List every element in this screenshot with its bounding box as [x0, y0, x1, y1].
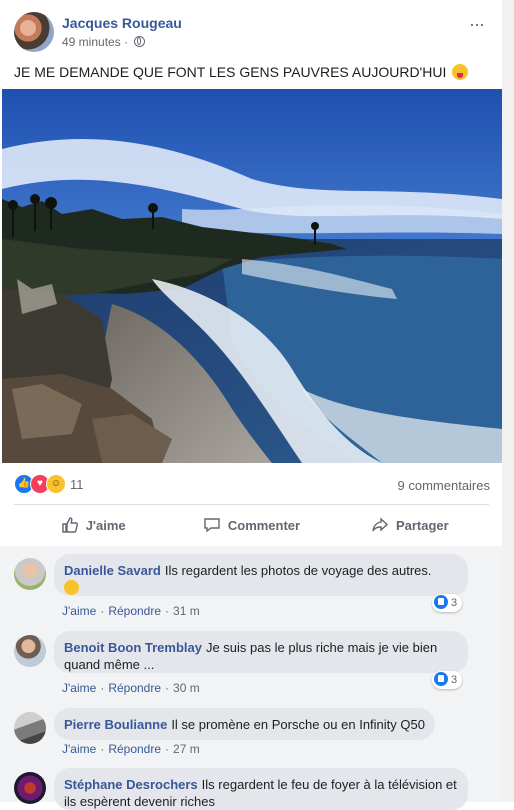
post-header: Jacques Rougeau 49 minutes · ··· [14, 12, 494, 52]
share-icon [372, 517, 388, 532]
share-label: Partager [395, 517, 449, 533]
comment-reply-link[interactable]: Répondre [108, 742, 161, 756]
comment-like-link[interactable]: J'aime [62, 681, 96, 695]
comment-reply-link[interactable]: Répondre [108, 681, 161, 695]
commenter-name[interactable]: Pierre Boulianne [64, 717, 167, 732]
comment-time[interactable]: 27 m [173, 742, 200, 756]
commenter-avatar[interactable] [14, 635, 46, 667]
comment-like-link[interactable]: J'aime [62, 604, 96, 618]
author-avatar[interactable] [14, 12, 54, 52]
post-text: JE ME DEMANDE QUE FONT LES GENS PAUVRES … [14, 64, 469, 80]
commenter-name[interactable]: Danielle Savard [64, 563, 161, 578]
comment-bubble: Danielle Savard Ils regardent les photos … [54, 554, 468, 596]
comment-links: J'aime · Répondre · 31 m [62, 604, 200, 618]
author-name[interactable]: Jacques Rougeau [62, 15, 182, 31]
like-button[interactable]: J'aime [14, 509, 172, 541]
comment-button[interactable]: Commenter [172, 509, 330, 541]
like-reaction-icon [434, 672, 448, 686]
haha-reaction-icon: ☺ [46, 474, 66, 494]
comment-links: J'aime · Répondre · 27 m [62, 742, 200, 756]
post-meta: 49 minutes · [62, 35, 146, 49]
post-actions: J'aime Commenter Partager [14, 509, 489, 541]
comment-bubble: Pierre Boulianne Il se promène en Porsche… [54, 708, 435, 740]
divider [14, 504, 489, 505]
commenter-avatar[interactable] [14, 712, 46, 744]
reaction-count: 11 [70, 477, 84, 492]
more-options-icon[interactable]: ··· [469, 14, 485, 35]
comment-label: Commenter [227, 517, 301, 533]
like-reaction-icon [434, 595, 448, 609]
post-time[interactable]: 49 minutes [62, 35, 121, 49]
comment-reactions[interactable]: 3 [432, 671, 463, 689]
post-card: Jacques Rougeau 49 minutes · ··· JE ME D… [0, 0, 503, 810]
thumbs-up-icon [61, 517, 78, 533]
like-label: J'aime [85, 517, 126, 533]
thinking-face-icon [64, 580, 79, 595]
share-button[interactable]: Partager [331, 509, 489, 541]
beach-photo [2, 89, 502, 463]
comment-bubble: Benoit Boon Tremblay Je suis pas le plus … [54, 631, 468, 673]
post-text-content: JE ME DEMANDE QUE FONT LES GENS PAUVRES … [14, 64, 447, 80]
comment-links: J'aime · Répondre · 30 m [62, 681, 200, 695]
comment-bubble: Stéphane Desrochers Ils regardent le feu … [54, 768, 468, 810]
tongue-out-emoji [452, 64, 469, 80]
comments-count-link[interactable]: 9 commentaires [398, 478, 490, 493]
post-photo[interactable] [2, 89, 502, 463]
globe-icon[interactable] [134, 36, 146, 47]
comment-time[interactable]: 31 m [173, 604, 200, 618]
commenter-name[interactable]: Benoit Boon Tremblay [64, 640, 202, 655]
comment-time[interactable]: 30 m [173, 681, 200, 695]
commenter-avatar[interactable] [14, 558, 46, 590]
scrollbar[interactable] [502, 0, 514, 802]
comment-reply-link[interactable]: Répondre [108, 604, 161, 618]
comment-icon [204, 518, 220, 533]
comment-text: Il se promène en Porsche ou en Infinity … [171, 717, 425, 732]
comment-text: Ils regardent les photos de voyage des a… [164, 563, 432, 578]
comment-reactions[interactable]: 3 [432, 594, 463, 612]
meta-separator: · [124, 35, 129, 49]
comment-reaction-count: 3 [451, 674, 458, 686]
comment-reaction-count: 3 [451, 597, 458, 609]
commenter-avatar[interactable] [14, 772, 46, 804]
comment-like-link[interactable]: J'aime [62, 742, 96, 756]
commenter-name[interactable]: Stéphane Desrochers [64, 777, 198, 792]
